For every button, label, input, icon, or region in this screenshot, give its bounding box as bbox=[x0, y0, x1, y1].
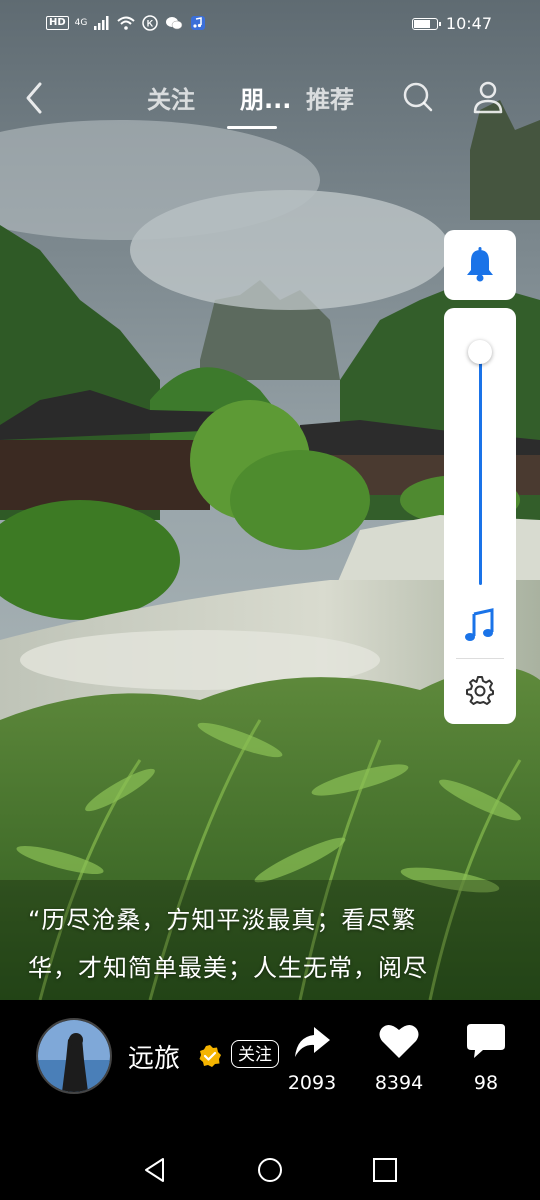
volume-slider-track[interactable] bbox=[479, 348, 482, 585]
status-bar: HD 4G K 10:47 bbox=[0, 0, 540, 52]
caption-line-2: 华，才知简单最美；人生无常，阅尽 bbox=[28, 954, 428, 982]
profile-button[interactable] bbox=[470, 76, 506, 116]
system-recents-button[interactable] bbox=[371, 1156, 399, 1184]
verified-badge-icon bbox=[198, 1044, 222, 1068]
tab-following[interactable]: 关注 bbox=[147, 80, 195, 115]
music-app-icon bbox=[189, 14, 207, 32]
avatar[interactable] bbox=[36, 1018, 112, 1094]
like-count: 8394 bbox=[374, 1072, 424, 1094]
avatar-image bbox=[38, 1020, 110, 1092]
panel-divider bbox=[456, 658, 504, 659]
search-button[interactable] bbox=[400, 76, 436, 116]
system-nav-bar bbox=[0, 1150, 540, 1190]
search-icon bbox=[403, 82, 433, 112]
status-left: HD 4G K bbox=[46, 14, 207, 32]
author-name[interactable]: 远旅 bbox=[128, 1038, 180, 1075]
back-button[interactable] bbox=[20, 76, 50, 116]
system-back-button[interactable] bbox=[141, 1156, 169, 1184]
home-circle-icon bbox=[258, 1158, 282, 1182]
network-type: 4G bbox=[74, 18, 88, 28]
battery-level bbox=[413, 19, 430, 28]
media-volume-button[interactable] bbox=[462, 606, 498, 646]
share-button[interactable]: 2093 bbox=[277, 1018, 347, 1094]
volume-panel bbox=[444, 308, 516, 724]
music-note-icon bbox=[465, 608, 494, 641]
share-icon bbox=[277, 1018, 347, 1064]
heart-icon bbox=[364, 1018, 434, 1064]
recents-square-icon bbox=[373, 1158, 397, 1182]
user-icon bbox=[473, 81, 503, 114]
volume-slider-handle[interactable] bbox=[468, 340, 492, 364]
status-right: 10:47 bbox=[411, 14, 492, 33]
svg-text:K: K bbox=[147, 19, 154, 29]
back-icon bbox=[26, 82, 42, 114]
top-nav: 关注 朋... 推荐 bbox=[0, 70, 540, 130]
battery-icon bbox=[411, 17, 441, 30]
like-button[interactable]: 8394 bbox=[364, 1018, 434, 1094]
comment-icon bbox=[451, 1018, 521, 1064]
bell-icon bbox=[467, 247, 493, 282]
system-home-button[interactable] bbox=[256, 1156, 284, 1184]
tab-friends[interactable]: 朋... bbox=[240, 80, 291, 115]
network-badge: HD bbox=[46, 16, 69, 30]
gear-icon bbox=[466, 676, 494, 705]
ring-mode-button[interactable] bbox=[444, 230, 516, 300]
active-tab-indicator bbox=[227, 126, 277, 129]
signal-icon bbox=[93, 14, 111, 32]
follow-button[interactable]: 关注 bbox=[231, 1040, 279, 1068]
status-time: 10:47 bbox=[445, 14, 492, 33]
tab-recommended[interactable]: 推荐 bbox=[306, 80, 354, 115]
comment-button[interactable]: 98 bbox=[451, 1018, 521, 1094]
share-count: 2093 bbox=[287, 1072, 337, 1094]
video-caption[interactable]: “历尽沧桑，方知平淡最真；看尽繁 华，才知简单最美；人生无常，阅尽 bbox=[28, 896, 528, 992]
wifi-icon bbox=[117, 14, 136, 32]
back-triangle-icon bbox=[145, 1158, 164, 1182]
caption-line-1: “历尽沧桑，方知平淡最真；看尽繁 bbox=[28, 906, 417, 934]
comment-count: 98 bbox=[473, 1072, 499, 1094]
k-app-icon: K bbox=[141, 14, 159, 32]
wechat-icon bbox=[165, 14, 183, 32]
sound-settings-button[interactable] bbox=[464, 674, 496, 706]
